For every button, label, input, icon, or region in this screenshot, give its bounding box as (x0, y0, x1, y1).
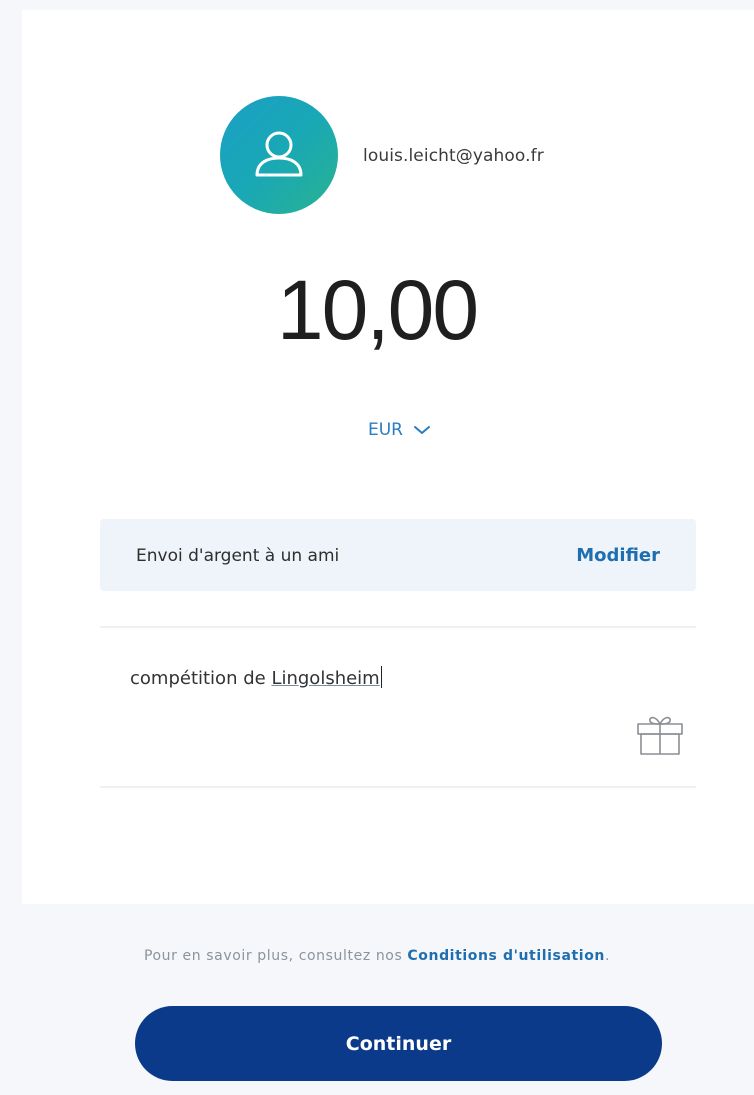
note-input[interactable]: compétition de Lingolsheim (100, 626, 696, 788)
transfer-type-label: Envoi d'argent à un ami (136, 546, 340, 566)
terms-suffix: . (605, 948, 611, 964)
terms-link[interactable]: Conditions d'utilisation (407, 948, 605, 964)
note-text-prefix: compétition de (130, 668, 272, 689)
modify-transfer-type-link[interactable]: Modifier (576, 545, 660, 566)
recipient-avatar (220, 96, 338, 214)
transfer-type-row: Envoi d'argent à un ami Modifier (100, 519, 696, 591)
gift-icon[interactable] (634, 710, 686, 756)
chevron-down-icon (414, 426, 430, 434)
note-text[interactable]: compétition de Lingolsheim (130, 666, 383, 689)
terms-notice: Pour en savoir plus, consultez nos Condi… (0, 948, 754, 964)
currency-label: EUR (368, 420, 403, 440)
text-caret (380, 666, 383, 688)
terms-prefix: Pour en savoir plus, consultez nos (143, 948, 408, 964)
user-icon (255, 131, 303, 177)
currency-selector[interactable]: EUR (368, 420, 431, 440)
note-text-underlined: Lingolsheim (271, 668, 380, 689)
recipient-email: louis.leicht@yahoo.fr (363, 146, 544, 166)
continue-button[interactable]: Continuer (135, 1006, 662, 1081)
amount-display[interactable]: 10,00 (0, 262, 754, 359)
